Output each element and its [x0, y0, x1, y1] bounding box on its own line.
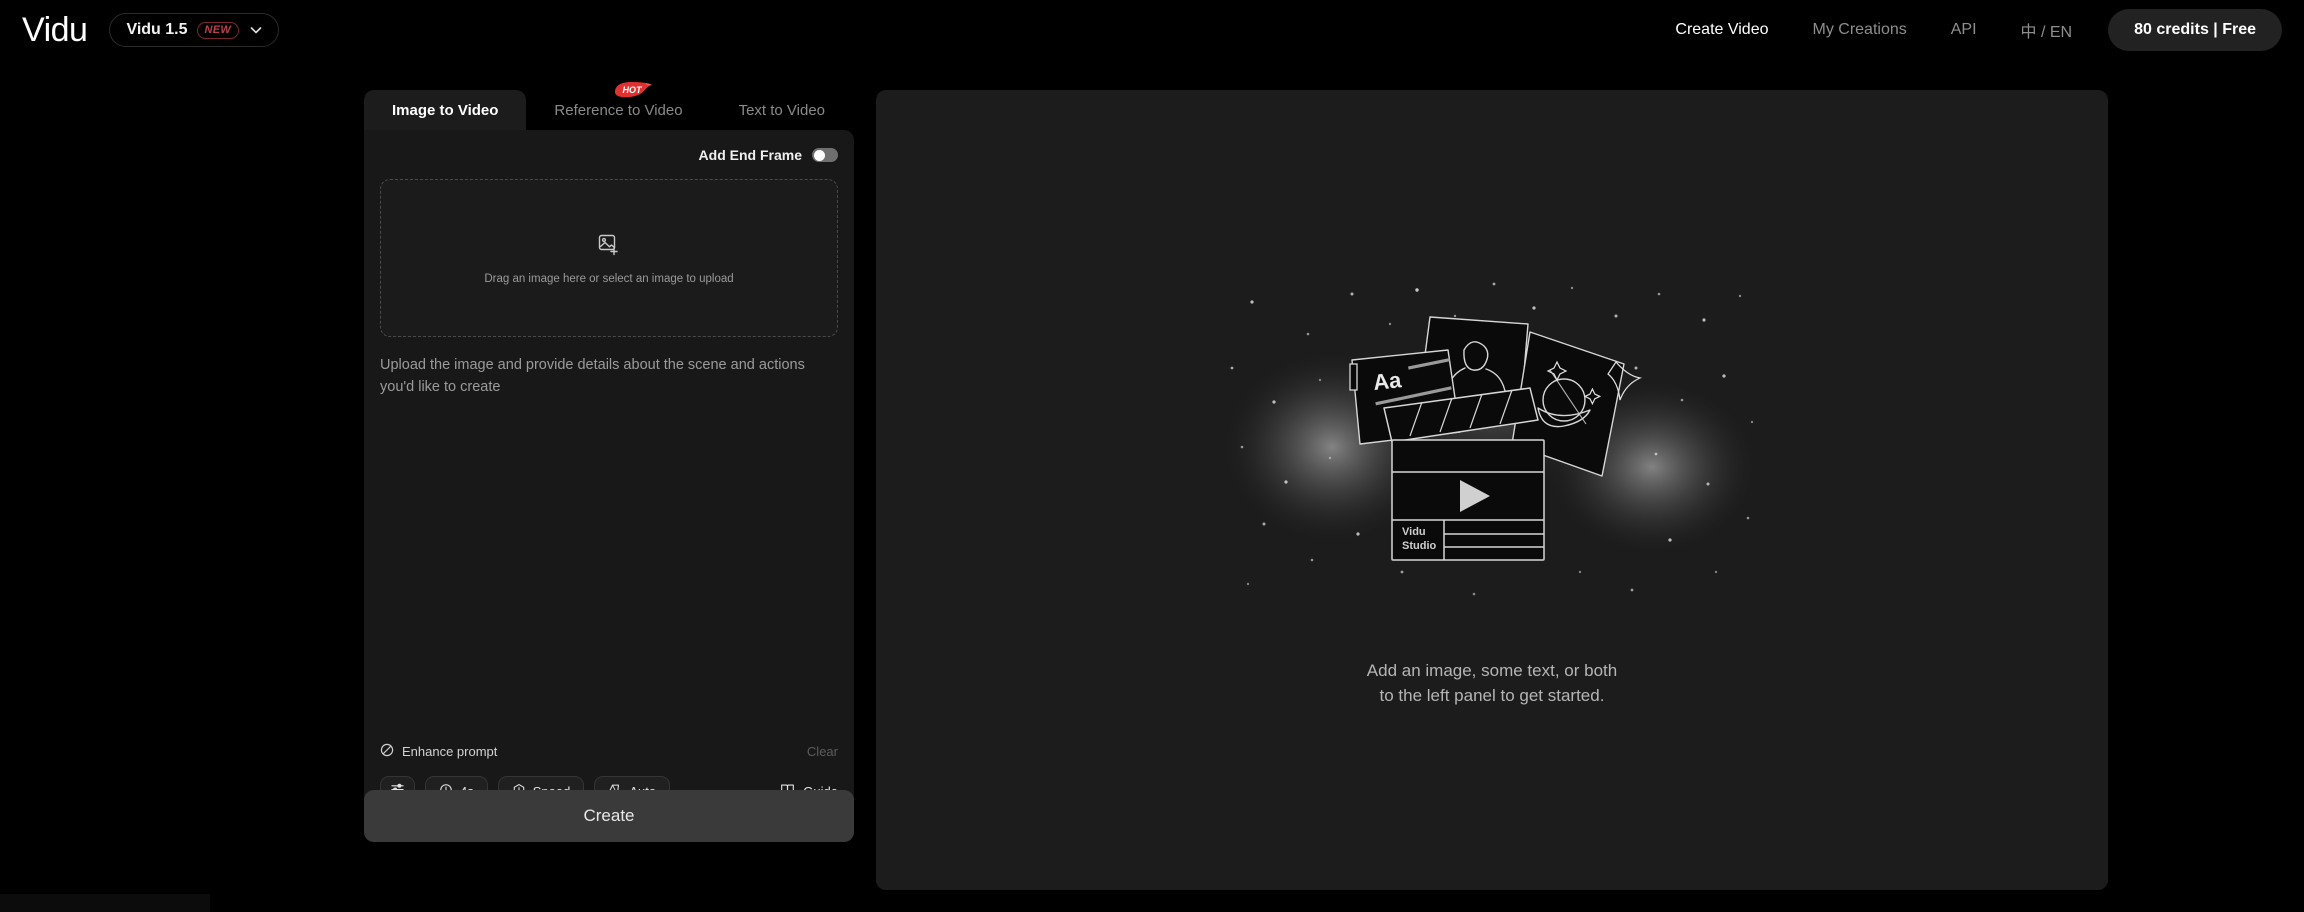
new-badge: NEW — [197, 22, 240, 39]
tab-text-to-video[interactable]: Text to Video — [711, 90, 853, 130]
mode-tabs: Image to Video Reference to Video HOT Te… — [364, 90, 854, 130]
image-upload-dropzone[interactable]: Drag an image here or select an image to… — [380, 179, 838, 337]
clapperboard-label-line2: Studio — [1402, 540, 1436, 552]
tab-image-to-video[interactable]: Image to Video — [364, 90, 526, 130]
composer-card: Add End Frame Drag an image here or sele… — [364, 130, 854, 820]
empty-state-message-line2: to the left panel to get started. — [1367, 683, 1617, 709]
primary-nav: Create Video My Creations API 中 / EN 80 … — [1653, 9, 2304, 51]
add-end-frame-row: Add End Frame — [380, 144, 838, 166]
nav-api[interactable]: API — [1929, 21, 1999, 39]
image-add-icon — [597, 232, 621, 261]
preview-panel: Aa Vidu St — [876, 90, 2108, 890]
empty-state-message: Add an image, some text, or both to the … — [1367, 658, 1617, 709]
vidu-logo[interactable]: Vidu — [22, 13, 87, 47]
no-entry-icon — [380, 743, 394, 760]
language-switcher[interactable]: 中 / EN — [1999, 18, 2095, 42]
prompt-input[interactable] — [380, 355, 838, 685]
tab-reference-to-video[interactable]: Reference to Video HOT — [526, 90, 710, 130]
tab-reference-to-video-label: Reference to Video — [554, 102, 682, 119]
model-name: Vidu 1.5 — [126, 21, 187, 39]
hot-badge: HOT — [613, 80, 653, 99]
toggle-knob — [814, 150, 825, 161]
chevron-down-icon — [248, 22, 264, 38]
svg-text:Aa: Aa — [1372, 367, 1403, 395]
prompt-actions-row: Enhance prompt Clear — [380, 743, 838, 760]
clapperboard-label-line1: Vidu — [1402, 526, 1426, 538]
nav-create-video[interactable]: Create Video — [1653, 21, 1790, 39]
svg-text:HOT: HOT — [622, 85, 643, 95]
composer-panel: Image to Video Reference to Video HOT Te… — [364, 90, 854, 890]
credits-button[interactable]: 80 credits | Free — [2108, 9, 2282, 51]
nav-my-creations[interactable]: My Creations — [1791, 21, 1929, 39]
model-selector[interactable]: Vidu 1.5 NEW — [109, 13, 279, 47]
add-end-frame-label: Add End Frame — [699, 147, 802, 163]
bottom-status-strip — [0, 894, 210, 912]
enhance-prompt-label: Enhance prompt — [402, 744, 497, 759]
dropzone-text: Drag an image here or select an image to… — [484, 273, 733, 285]
add-end-frame-toggle[interactable] — [812, 148, 838, 162]
clear-prompt-button[interactable]: Clear — [807, 744, 838, 759]
empty-state-illustration: Aa Vidu St — [1212, 272, 1772, 632]
create-button[interactable]: Create — [364, 790, 854, 842]
top-navigation-bar: Vidu Vidu 1.5 NEW Create Video My Creati… — [0, 0, 2304, 60]
enhance-prompt-toggle[interactable]: Enhance prompt — [380, 743, 497, 760]
empty-state-message-line1: Add an image, some text, or both — [1367, 658, 1617, 684]
